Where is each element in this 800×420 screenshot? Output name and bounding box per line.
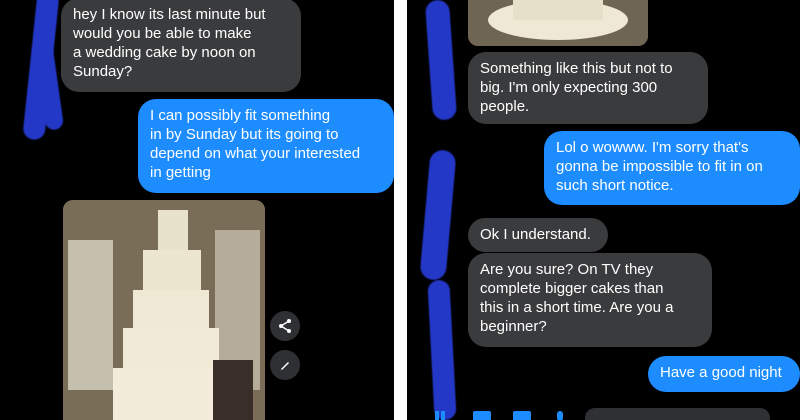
message-sent: Have a good night (648, 356, 800, 392)
message-input[interactable] (585, 408, 770, 420)
microphone-icon[interactable] (555, 408, 565, 420)
left-chat-screenshot: hey I know its last minute but would you… (0, 0, 394, 420)
message-sent: I can possibly fit something in by Sunda… (138, 99, 394, 193)
share-button[interactable] (270, 311, 300, 341)
cake-image (468, 0, 648, 46)
edit-icon (281, 362, 289, 370)
redacted-avatar-scribble (419, 149, 457, 281)
edit-button[interactable] (270, 350, 300, 380)
share-icon (279, 319, 291, 333)
message-received: Ok I understand. (468, 218, 608, 252)
cake-image (63, 200, 265, 420)
message-received: Something like this but not to big. I'm … (468, 52, 708, 124)
right-chat-screenshot: Something like this but not to big. I'm … (407, 0, 800, 420)
wedding-cake-photo-top[interactable] (468, 0, 648, 46)
message-received: hey I know its last minute but would you… (61, 0, 301, 92)
redacted-avatar-scribble (424, 0, 458, 121)
redacted-avatar-scribble (427, 279, 457, 420)
wedding-cake-photo[interactable] (63, 200, 265, 420)
camera-icon[interactable] (473, 408, 491, 420)
gallery-icon[interactable] (513, 408, 531, 420)
message-sent: Lol o wowww. I'm sorry that's gonna be i… (544, 131, 800, 205)
menu-icon[interactable] (435, 408, 449, 420)
message-received: Are you sure? On TV they complete bigger… (468, 253, 712, 347)
